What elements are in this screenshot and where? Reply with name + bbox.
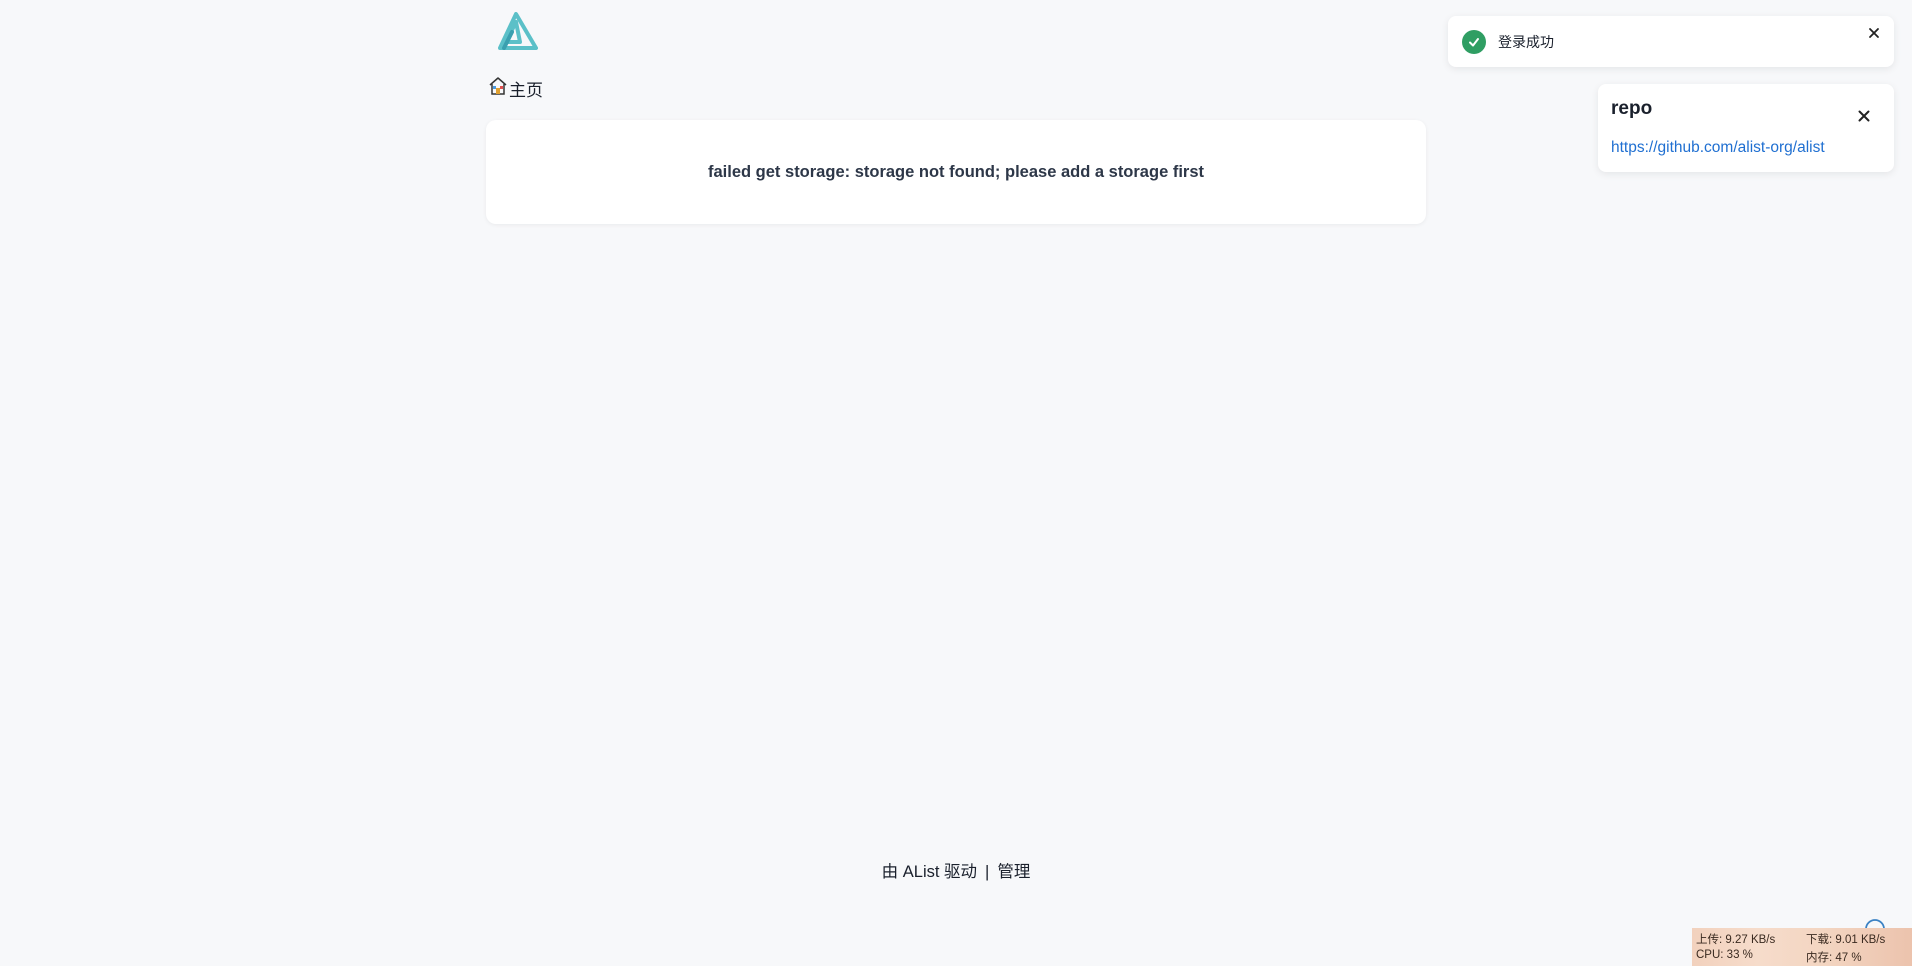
check-circle-icon bbox=[1462, 29, 1486, 54]
toast-message: 登录成功 bbox=[1498, 33, 1554, 50]
footer-separator: | bbox=[985, 863, 990, 881]
success-toast: 登录成功 bbox=[1448, 16, 1894, 67]
memory-usage: 内存: 47 % bbox=[1806, 952, 1862, 964]
manage-link[interactable]: 管理 bbox=[997, 863, 1030, 881]
repo-notification: repo https://github.com/alist-org/alist bbox=[1598, 84, 1894, 172]
breadcrumb-home[interactable]: 主页 bbox=[488, 76, 543, 101]
alist-logo-icon[interactable] bbox=[494, 12, 538, 50]
cpu-usage: CPU: 33 % bbox=[1696, 949, 1753, 961]
download-speed: 下载: 9.01 KB/s bbox=[1806, 934, 1886, 946]
powered-by-link[interactable]: 由 AList 驱动 bbox=[882, 863, 977, 881]
notification-title: repo bbox=[1611, 98, 1653, 119]
repo-link[interactable]: https://github.com/alist-org/alist bbox=[1611, 139, 1825, 157]
error-message: failed get storage: storage not found; p… bbox=[708, 162, 1204, 181]
error-card: failed get storage: storage not found; p… bbox=[486, 120, 1426, 224]
close-icon[interactable] bbox=[1856, 108, 1872, 124]
home-icon bbox=[488, 76, 508, 101]
network-monitor: 上传: 9.27 KB/s 下载: 9.01 KB/s CPU: 33 % 内存… bbox=[1692, 928, 1912, 966]
close-icon[interactable] bbox=[1866, 25, 1882, 41]
upload-speed: 上传: 9.27 KB/s bbox=[1696, 934, 1776, 946]
breadcrumb-label: 主页 bbox=[509, 80, 543, 100]
footer: 由 AList 驱动 | 管理 bbox=[0, 858, 1912, 882]
